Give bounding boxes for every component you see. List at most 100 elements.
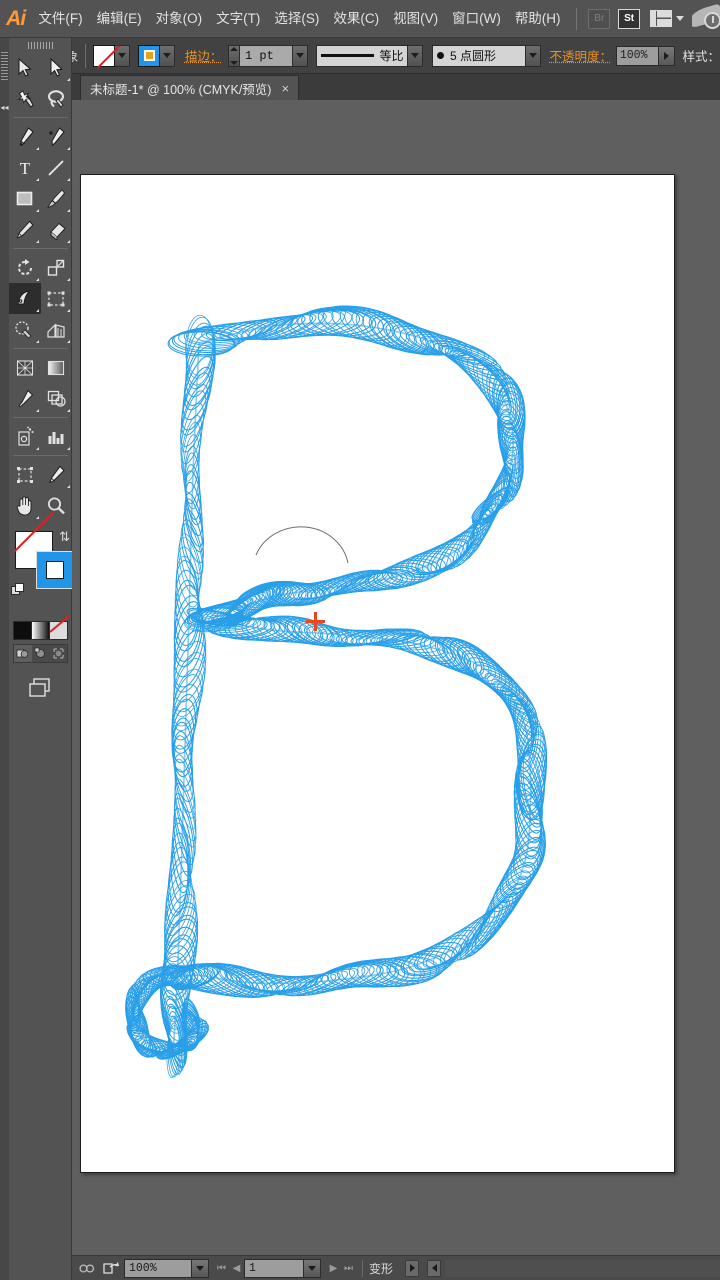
rotate-tool[interactable]: [9, 252, 41, 283]
eyedropper-tool[interactable]: [9, 383, 41, 414]
stroke-swatch-group[interactable]: [138, 44, 176, 67]
opacity-input[interactable]: 100%: [615, 45, 660, 66]
artboard-dropdown-icon[interactable]: [304, 1258, 321, 1278]
default-fill-stroke-icon[interactable]: [11, 583, 25, 597]
artboard[interactable]: [80, 174, 675, 1173]
menu-item-object[interactable]: 对象(O): [149, 0, 210, 38]
tools-list: T ⇅: [9, 38, 74, 705]
status-menu-icon[interactable]: [405, 1259, 420, 1277]
tool-divider: [13, 117, 68, 118]
gradient-tool[interactable]: [41, 352, 73, 383]
artboard-number-input[interactable]: 1: [244, 1258, 304, 1278]
artboard-tool[interactable]: [9, 459, 41, 490]
mesh-tool[interactable]: [9, 352, 41, 383]
stroke-color-swatch[interactable]: [36, 551, 74, 589]
zoom-tool[interactable]: [41, 490, 73, 521]
menu-item-effect[interactable]: 效果(C): [326, 0, 386, 38]
selection-tool[interactable]: [9, 52, 41, 83]
swap-fill-stroke-icon[interactable]: ⇅: [59, 529, 70, 545]
type-tool[interactable]: T: [9, 152, 41, 183]
pen-tool[interactable]: [9, 121, 41, 152]
perspective-grid-tool[interactable]: [41, 314, 73, 345]
stroke-weight-label[interactable]: 描边：: [185, 46, 223, 65]
change-screen-mode-button[interactable]: [9, 671, 72, 705]
magic-wand-tool[interactable]: [9, 83, 41, 114]
collapse-panel-icon[interactable]: ◂◂: [0, 100, 9, 114]
workspace-switcher-icon[interactable]: [649, 10, 684, 27]
cc-swoosh-icon[interactable]: [691, 3, 720, 34]
menu-item-file[interactable]: 文件(F): [31, 0, 89, 38]
prev-artboard-button[interactable]: ◀: [229, 1259, 244, 1278]
fill-stroke-controls: ⇅: [9, 527, 74, 619]
hand-tool[interactable]: [9, 490, 41, 521]
chevron-down-icon: [675, 16, 684, 21]
opacity-dropdown-icon[interactable]: [659, 45, 675, 66]
stroke-weight-input[interactable]: 1 pt: [240, 44, 294, 67]
document-canvas[interactable]: [72, 100, 720, 1255]
fill-swatch[interactable]: [93, 44, 116, 67]
last-artboard-button[interactable]: ⏭: [341, 1259, 356, 1278]
line-segment-tool[interactable]: [41, 152, 73, 183]
opacity-label[interactable]: 不透明度：: [549, 46, 612, 65]
stroke-dropdown-icon[interactable]: [160, 44, 176, 67]
fill-swatch-group[interactable]: [93, 44, 131, 67]
status-bar-filler: [445, 1259, 720, 1277]
menu-item-type[interactable]: 文字(T): [209, 0, 267, 38]
close-icon[interactable]: ×: [281, 81, 289, 96]
menu-item-view[interactable]: 视图(V): [386, 0, 445, 38]
tools-panel-gripper[interactable]: [1, 52, 8, 80]
menu-item-edit[interactable]: 编辑(E): [90, 0, 149, 38]
color-mode-button[interactable]: [14, 622, 32, 639]
add-anchor-point-tool[interactable]: [41, 121, 73, 152]
stroke-weight-dropdown-icon[interactable]: [293, 44, 308, 67]
column-graph-tool[interactable]: [41, 421, 73, 452]
menu-item-select[interactable]: 选择(S): [267, 0, 326, 38]
draw-behind-button[interactable]: [32, 645, 50, 662]
spiral-letter-b-artwork[interactable]: [81, 175, 676, 1174]
bridge-icon[interactable]: Br: [588, 8, 611, 29]
scale-tool[interactable]: [41, 252, 73, 283]
stroke-profile-select[interactable]: 等比: [316, 44, 409, 67]
paintbrush-tool[interactable]: [41, 183, 73, 214]
slice-tool[interactable]: [41, 459, 73, 490]
none-mode-button[interactable]: [50, 622, 67, 639]
export-icon[interactable]: [100, 1259, 122, 1278]
profile-preview-icon: [321, 54, 375, 57]
first-artboard-button[interactable]: ⏮: [214, 1259, 229, 1278]
profile-dropdown-icon[interactable]: [408, 44, 424, 67]
draw-normal-button[interactable]: [14, 645, 32, 662]
stock-icon[interactable]: St: [618, 8, 640, 29]
document-tab[interactable]: 未标题-1* @ 100% (CMYK/预览) ×: [80, 75, 300, 100]
document-tab-bar: 未标题-1* @ 100% (CMYK/预览) ×: [72, 74, 720, 100]
stroke-weight-stepper[interactable]: [228, 44, 241, 67]
status-bar: 100% ⏮ ◀ 1 ▶ ⏭ 变形: [72, 1255, 720, 1280]
menu-item-help[interactable]: 帮助(H): [508, 0, 568, 38]
shape-builder-tool[interactable]: [9, 314, 41, 345]
draw-inside-button[interactable]: [49, 645, 67, 662]
symbol-sprayer-tool[interactable]: [9, 421, 41, 452]
tool-divider: [13, 417, 68, 418]
tool-divider: [13, 455, 68, 456]
zoom-input[interactable]: 100%: [124, 1258, 192, 1278]
status-divider: [362, 1259, 363, 1277]
width-tool[interactable]: [9, 283, 41, 314]
preflight-icon[interactable]: [76, 1259, 98, 1278]
next-artboard-button[interactable]: ▶: [326, 1259, 341, 1278]
stroke-swatch[interactable]: [138, 44, 161, 67]
tools-panel: ◂◂ T ⇅: [0, 38, 74, 1280]
brush-dropdown-icon[interactable]: [525, 44, 541, 67]
menu-item-window[interactable]: 窗口(W): [445, 0, 508, 38]
blend-tool[interactable]: [41, 383, 73, 414]
tools-drag-handle[interactable]: [9, 38, 72, 52]
direct-selection-tool[interactable]: [41, 52, 73, 83]
free-transform-tool[interactable]: [41, 283, 73, 314]
zoom-dropdown-icon[interactable]: [192, 1258, 209, 1278]
brush-select[interactable]: 5 点圆形: [431, 44, 526, 67]
eraser-tool[interactable]: [41, 214, 73, 245]
lasso-tool[interactable]: [41, 83, 73, 114]
pencil-tool[interactable]: [9, 214, 41, 245]
panel-expand-icon[interactable]: [427, 1259, 442, 1277]
gradient-mode-button[interactable]: [32, 622, 50, 639]
style-label[interactable]: 样式：: [683, 46, 720, 65]
rectangle-tool[interactable]: [9, 183, 41, 214]
